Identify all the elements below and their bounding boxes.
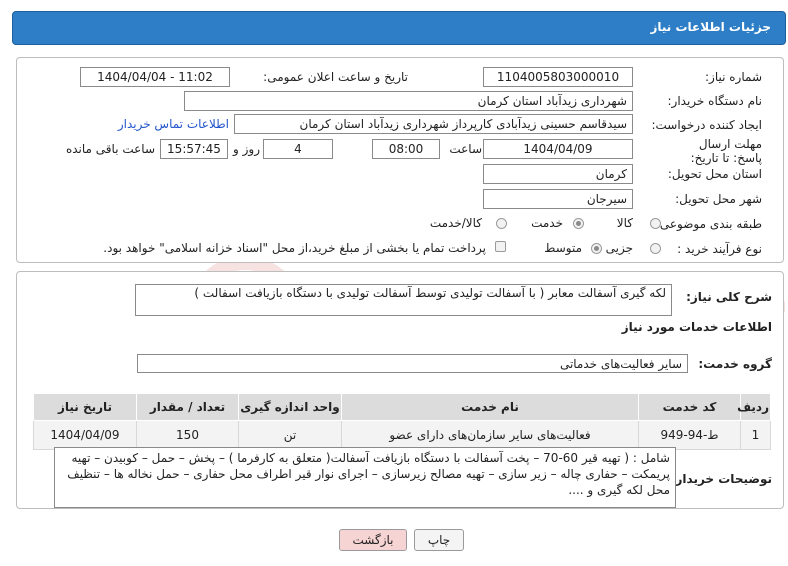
category-radio-goods[interactable] bbox=[650, 218, 661, 229]
days-label: روز و bbox=[233, 142, 260, 156]
col-service-name: نام خدمت bbox=[341, 393, 639, 421]
remaining-time-label: ساعت باقی مانده bbox=[65, 142, 155, 156]
buyer-org-field: شهرداری زیدآباد استان کرمان bbox=[184, 91, 633, 111]
col-service-code: کد خدمت bbox=[638, 393, 741, 421]
creator-label: ایجاد کننده درخواست: bbox=[651, 118, 762, 132]
service-group-label: گروه خدمت: bbox=[698, 357, 772, 371]
buyer-org-label: نام دستگاه خریدار: bbox=[667, 94, 763, 108]
cell-need-date: 1404/04/09 bbox=[33, 420, 137, 450]
summary-label: شرح کلی نیاز: bbox=[686, 290, 772, 304]
treasury-payment-checkbox[interactable] bbox=[495, 241, 506, 252]
need-number-label: شماره نیاز: bbox=[705, 70, 762, 84]
city-field: سیرجان bbox=[483, 189, 633, 209]
summary-textarea[interactable]: لکه گیری آسفالت معابر ( با آسفالت تولیدی… bbox=[135, 284, 672, 316]
cell-service-name: فعالیت‌های سایر سازمان‌های دارای عضو bbox=[341, 420, 639, 450]
back-button[interactable]: بازگشت bbox=[339, 529, 407, 551]
remaining-time-field: 15:57:45 bbox=[160, 139, 228, 159]
cell-row-number: 1 bbox=[740, 420, 771, 450]
category-option-service: خدمت bbox=[531, 216, 563, 230]
deadline-time-field: 08:00 bbox=[372, 139, 440, 159]
process-radio-minor[interactable] bbox=[650, 243, 661, 254]
page-header: جزئیات اطلاعات نیاز bbox=[12, 11, 786, 45]
process-option-medium: متوسط bbox=[544, 241, 582, 255]
category-radio-service[interactable] bbox=[573, 218, 584, 229]
service-group-field: سایر فعالیت‌های خدماتی bbox=[137, 354, 688, 373]
cell-quantity: 150 bbox=[136, 420, 239, 450]
buyer-notes-textarea[interactable]: شامل : ( تهیه قیر 60-70 – پخت آسفالت با … bbox=[54, 447, 676, 508]
process-option-minor: جزیی bbox=[605, 241, 633, 255]
table-row: 1 ط-94-949 فعالیت‌های سایر سازمان‌های دا… bbox=[33, 420, 771, 450]
deadline-date-field: 1404/04/09 bbox=[483, 139, 633, 159]
col-unit: واحد اندازه گیری bbox=[238, 393, 342, 421]
col-row-number: ردیف bbox=[737, 393, 771, 421]
days-remaining-field: 4 bbox=[263, 139, 333, 159]
cell-unit: تن bbox=[238, 420, 342, 450]
announce-field: 1404/04/04 - 11:02 bbox=[80, 67, 230, 87]
category-label: طبقه بندی موضوعی: bbox=[655, 217, 762, 231]
cell-service-code: ط-94-949 bbox=[638, 420, 741, 450]
process-label: نوع فرآیند خرید : bbox=[677, 242, 762, 256]
services-table: ردیف کد خدمت نام خدمت واحد اندازه گیری ت… bbox=[33, 393, 771, 450]
category-option-goods: کالا bbox=[616, 216, 633, 230]
services-table-header: ردیف کد خدمت نام خدمت واحد اندازه گیری ت… bbox=[33, 393, 771, 421]
deadline-time-label: ساعت bbox=[449, 142, 482, 156]
col-quantity: تعداد / مقدار bbox=[136, 393, 239, 421]
buyer-notes-label: توضیحات خریدار: bbox=[670, 472, 772, 486]
page-title: جزئیات اطلاعات نیاز bbox=[650, 20, 771, 34]
buyer-contact-link[interactable]: اطلاعات تماس خریدار bbox=[118, 117, 229, 131]
process-radio-medium[interactable] bbox=[591, 243, 602, 254]
announce-label: تاریخ و ساعت اعلان عمومی: bbox=[263, 70, 408, 84]
deadline-label: مهلت ارسال پاسخ: تا تاریخ: bbox=[690, 137, 762, 165]
city-label: شهر محل تحویل: bbox=[675, 192, 762, 206]
services-section-title: اطلاعات خدمات مورد نیاز bbox=[621, 320, 772, 334]
creator-field: سیدقاسم حسینی زیدآبادی کارپرداز شهرداری … bbox=[234, 114, 633, 134]
col-need-date: تاریخ نیاز bbox=[33, 393, 137, 421]
province-label: استان محل تحویل: bbox=[667, 167, 762, 181]
treasury-payment-note: پرداخت تمام یا بخشی از مبلغ خرید،از محل … bbox=[103, 241, 486, 255]
category-radio-goods-service[interactable] bbox=[496, 218, 507, 229]
print-button[interactable]: چاپ bbox=[414, 529, 464, 551]
need-info-section bbox=[16, 57, 784, 263]
province-field: کرمان bbox=[483, 164, 633, 184]
category-option-goods-service: کالا/خدمت bbox=[429, 216, 482, 230]
need-number-field: 1104005803000010 bbox=[483, 67, 633, 87]
